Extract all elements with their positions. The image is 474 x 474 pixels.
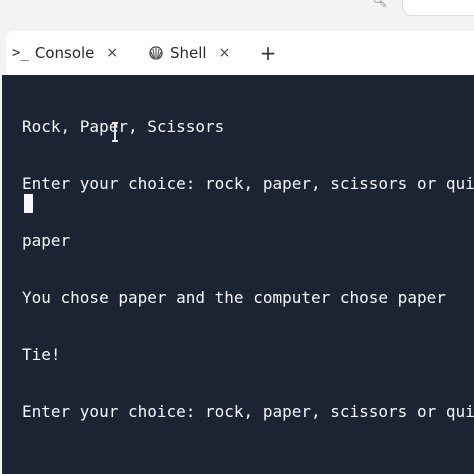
app-window: 🔍︎ >_ Console × Shell × + Rock, Paper, S… — [0, 0, 474, 474]
tab-console[interactable]: >_ Console × — [12, 31, 142, 75]
terminal-prompt-icon: >_ — [12, 45, 29, 61]
console-line: Enter your choice: rock, paper, scissors… — [22, 402, 474, 421]
console-line: Rock, Paper, Scissors — [22, 117, 225, 136]
close-icon[interactable]: × — [219, 45, 231, 61]
console-line: Enter your choice: rock, paper, scissors… — [22, 174, 474, 193]
mouse-ibeam-icon — [112, 122, 118, 142]
tab-console-label: Console — [34, 44, 95, 62]
tab-shell-label: Shell — [170, 44, 207, 62]
console-text: Rock, Paper, Scissors Enter your choice:… — [22, 79, 474, 459]
add-tab-button[interactable]: + — [256, 39, 280, 67]
top-control[interactable] — [402, 0, 474, 16]
text-cursor — [24, 194, 33, 213]
console-output[interactable]: Rock, Paper, Scissors Enter your choice:… — [2, 75, 474, 474]
tab-shell[interactable]: Shell × — [148, 31, 244, 75]
tab-bar: >_ Console × Shell × + — [6, 31, 474, 75]
console-line: You chose paper and the computer chose p… — [22, 288, 446, 307]
close-icon[interactable]: × — [106, 45, 118, 61]
console-line: paper — [22, 231, 71, 250]
shell-icon — [149, 46, 163, 60]
top-toolbar: 🔍︎ — [0, 0, 474, 20]
console-line: Tie! — [22, 345, 61, 364]
search-icon[interactable]: 🔍︎ — [372, 0, 387, 8]
